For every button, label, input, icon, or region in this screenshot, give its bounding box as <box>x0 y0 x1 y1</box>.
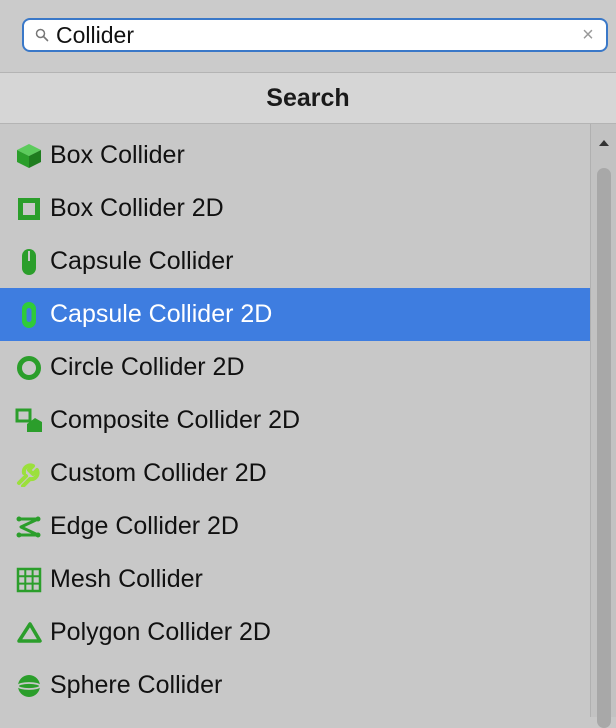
box-collider-2d-icon <box>14 194 44 224</box>
capsule-collider-icon <box>14 247 44 277</box>
search-field[interactable]: × <box>22 18 608 52</box>
polygon-collider-2d-icon <box>14 618 44 648</box>
circle-collider-2d-icon <box>14 353 44 383</box>
item-label: Capsule Collider <box>50 247 234 275</box>
search-bar: × <box>0 0 616 72</box>
search-results-header: Search <box>0 72 616 124</box>
list-item-edge-collider-2d[interactable]: Edge Collider 2D <box>0 500 590 553</box>
item-label: Circle Collider 2D <box>50 353 245 381</box>
search-input[interactable] <box>56 20 574 50</box>
list-item-custom-collider-2d[interactable]: Custom Collider 2D <box>0 447 590 500</box>
box-collider-icon <box>14 141 44 171</box>
item-label: Polygon Collider 2D <box>50 618 271 646</box>
list-item-polygon-collider-2d[interactable]: Polygon Collider 2D <box>0 606 590 659</box>
custom-collider-2d-icon <box>14 459 44 489</box>
item-label: Sphere Collider <box>50 671 223 699</box>
item-label: Mesh Collider <box>50 565 203 593</box>
item-label: Custom Collider 2D <box>50 459 267 487</box>
list-item-box-collider-2d[interactable]: Box Collider 2D <box>0 182 590 235</box>
list-item-capsule-collider-2d[interactable]: Capsule Collider 2D <box>0 288 590 341</box>
item-label: Composite Collider 2D <box>50 406 301 434</box>
header-title: Search <box>266 83 350 112</box>
list-item-capsule-collider[interactable]: Capsule Collider <box>0 235 590 288</box>
clear-search-icon[interactable]: × <box>574 20 602 50</box>
vertical-scrollbar[interactable] <box>590 124 616 728</box>
capsule-collider-2d-icon <box>14 300 44 330</box>
scrollbar-thumb[interactable] <box>597 168 611 728</box>
item-label: Capsule Collider 2D <box>50 300 273 328</box>
list-item-mesh-collider[interactable]: Mesh Collider <box>0 553 590 606</box>
sphere-collider-icon <box>14 671 44 701</box>
list-item-box-collider[interactable]: Box Collider <box>0 129 590 182</box>
scroll-up-arrow-icon[interactable] <box>591 134 616 152</box>
search-icon <box>28 20 56 50</box>
results-list: Box Collider Box Collider 2D Capsule Col… <box>0 124 590 717</box>
list-item-circle-collider-2d[interactable]: Circle Collider 2D <box>0 341 590 394</box>
item-label: Box Collider 2D <box>50 194 224 222</box>
list-item-composite-collider-2d[interactable]: Composite Collider 2D <box>0 394 590 447</box>
item-label: Box Collider <box>50 141 185 169</box>
edge-collider-2d-icon <box>14 512 44 542</box>
mesh-collider-icon <box>14 565 44 595</box>
composite-collider-2d-icon <box>14 406 44 436</box>
list-item-sphere-collider[interactable]: Sphere Collider <box>0 659 590 712</box>
item-label: Edge Collider 2D <box>50 512 239 540</box>
